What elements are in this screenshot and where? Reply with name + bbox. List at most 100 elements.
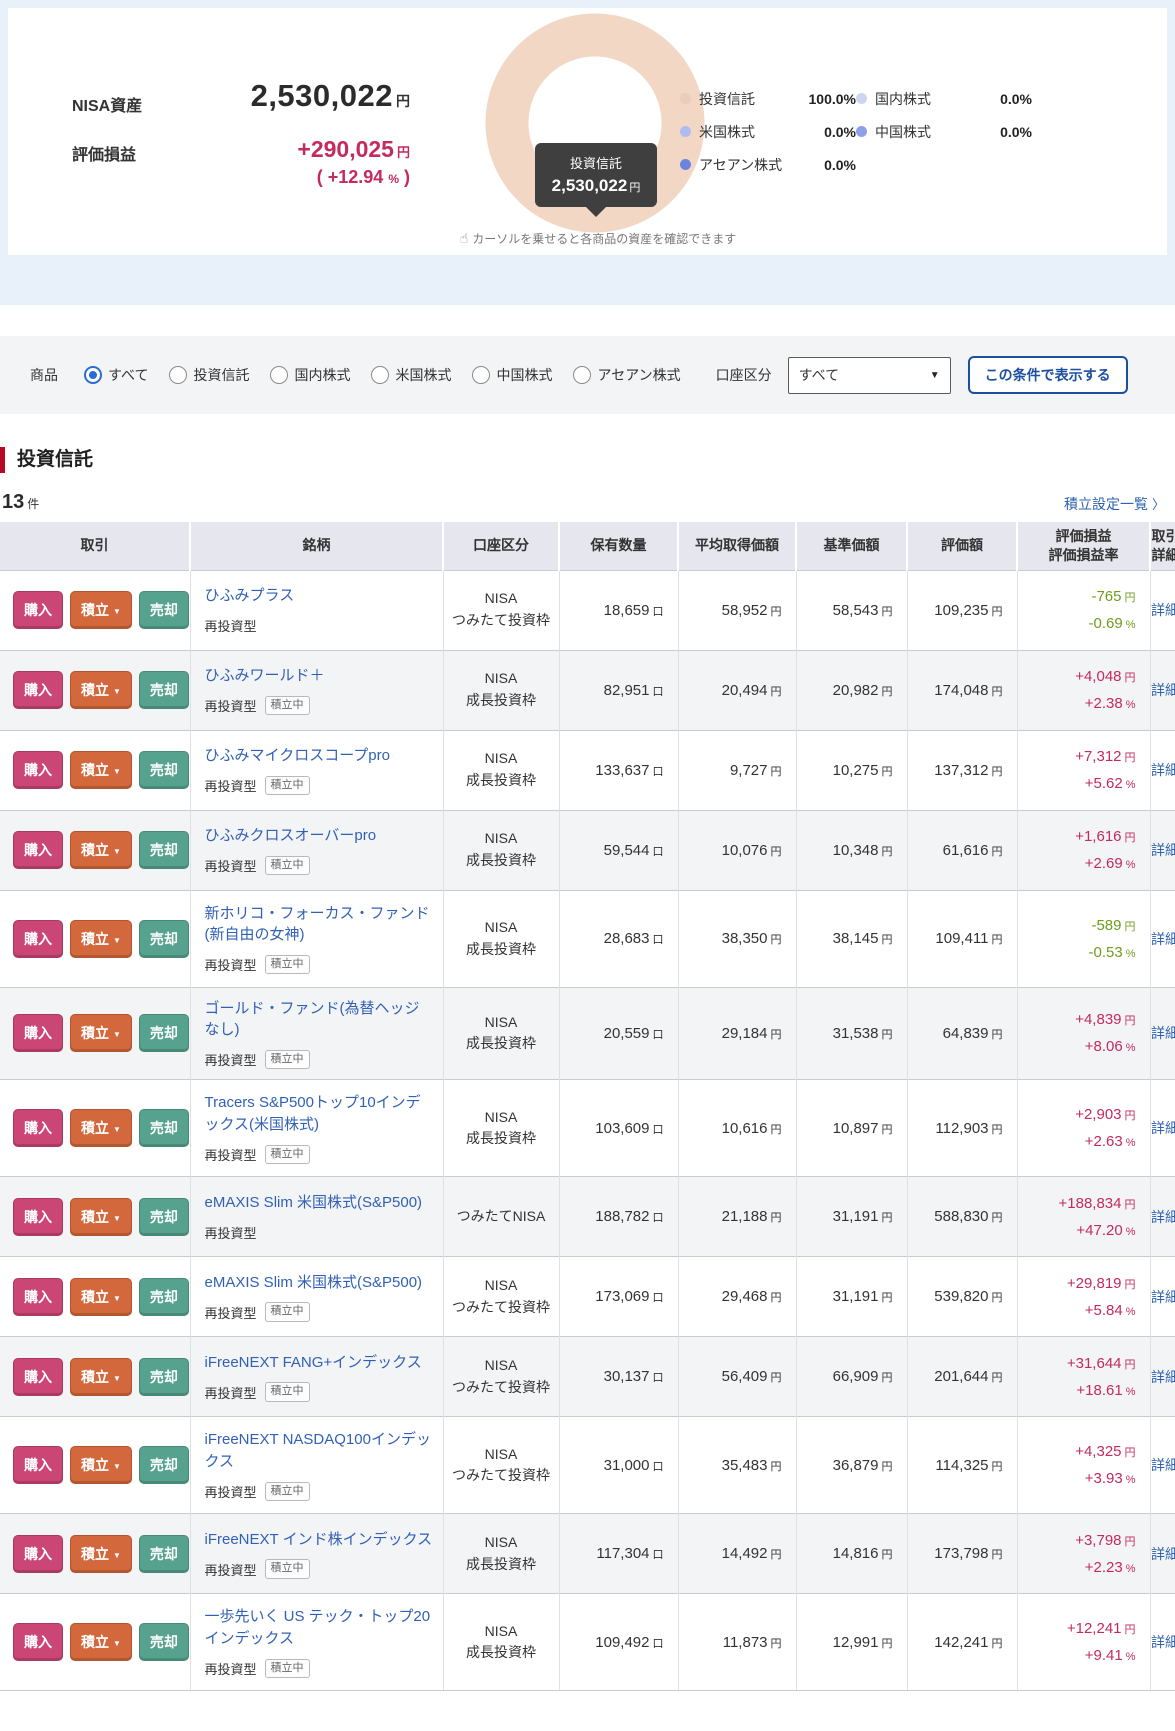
buy-button[interactable]: 購入 bbox=[13, 1623, 63, 1662]
cell-unit: 円 bbox=[991, 1123, 1003, 1136]
tsumitate-button[interactable]: 積立 ▼ bbox=[70, 831, 132, 869]
detail-link[interactable]: 詳細 bbox=[1151, 931, 1175, 947]
buy-button[interactable]: 購入 bbox=[13, 919, 63, 958]
buy-button[interactable]: 購入 bbox=[13, 1357, 63, 1396]
fund-name-link[interactable]: eMAXIS Slim 米国株式(S&P500) bbox=[205, 1192, 423, 1214]
product-radio-国内株式[interactable]: 国内株式 bbox=[270, 365, 350, 385]
cell-unit: 円 bbox=[770, 685, 782, 698]
nav-cell: 38,145 円 bbox=[796, 889, 908, 987]
sell-button[interactable]: 売却 bbox=[138, 1109, 189, 1148]
sell-button[interactable]: 売却 bbox=[138, 751, 189, 789]
count-row: 13 件 積立設定一覧〉 bbox=[0, 491, 1175, 522]
detail-cell: 詳細 bbox=[1150, 1416, 1175, 1514]
sell-button[interactable]: 売却 bbox=[138, 1446, 189, 1485]
sell-button[interactable]: 売却 bbox=[138, 1014, 189, 1053]
buy-button[interactable]: 購入 bbox=[13, 751, 63, 789]
fund-name-link[interactable]: ひふみマイクロスコープpro bbox=[205, 745, 390, 767]
sell-button[interactable]: 売却 bbox=[138, 591, 189, 629]
sell-button[interactable]: 売却 bbox=[138, 1534, 189, 1573]
pl-percent: +2.23% bbox=[1018, 1554, 1136, 1581]
product-radio-中国株式[interactable]: 中国株式 bbox=[472, 365, 552, 385]
cell-value: 14,816 bbox=[832, 1545, 879, 1563]
chevron-down-icon: ▼ bbox=[113, 1373, 121, 1383]
tsumitate-button[interactable]: 積立 ▼ bbox=[70, 751, 132, 789]
fund-name-link[interactable]: ゴールド・ファンド(為替ヘッジなし) bbox=[205, 998, 433, 1042]
fund-name-link[interactable]: ひふみプラス bbox=[205, 585, 295, 607]
trade-buttons: 購入 積立 ▼ 売却 bbox=[13, 831, 190, 869]
cell-value: 133,637 bbox=[595, 761, 650, 779]
sell-button[interactable]: 売却 bbox=[138, 831, 189, 869]
cell-value: 10,275 bbox=[832, 761, 879, 779]
detail-link[interactable]: 詳細 bbox=[1151, 1546, 1175, 1562]
cell-unit: 円 bbox=[991, 1212, 1003, 1225]
fund-name-link[interactable]: ひふみクロスオーバーpro bbox=[205, 825, 377, 847]
buy-button[interactable]: 購入 bbox=[13, 1197, 63, 1236]
detail-link[interactable]: 詳細 bbox=[1151, 842, 1175, 858]
fund-name-link[interactable]: eMAXIS Slim 米国株式(S&P500) bbox=[205, 1272, 423, 1294]
tsumitate-button[interactable]: 積立 ▼ bbox=[70, 1534, 132, 1573]
product-radio-米国株式[interactable]: 米国株式 bbox=[371, 365, 451, 385]
fund-name-link[interactable]: iFreeNEXT FANG+インデックス bbox=[205, 1352, 422, 1374]
buy-button[interactable]: 購入 bbox=[13, 831, 63, 869]
tsumitate-button[interactable]: 積立 ▼ bbox=[70, 919, 132, 958]
detail-link[interactable]: 詳細 bbox=[1151, 1120, 1175, 1136]
cell-unit: 口 bbox=[652, 1460, 664, 1473]
apply-filter-button[interactable]: この条件で表示する bbox=[967, 356, 1128, 394]
table-header-row: 取引 銘柄 口座区分 保有数量 平均取得価額 基準価額 評価額 評価損益 評価損益率 取引 詳細 bbox=[0, 522, 1175, 570]
tsumitate-button[interactable]: 積立 ▼ bbox=[70, 1623, 132, 1662]
tsumitate-button[interactable]: 積立 ▼ bbox=[70, 1197, 132, 1236]
cell-unit: 円 bbox=[770, 1292, 782, 1305]
detail-link[interactable]: 詳細 bbox=[1151, 682, 1175, 698]
column-header: 平均取得価額 bbox=[678, 522, 797, 570]
detail-link[interactable]: 詳細 bbox=[1151, 1209, 1175, 1225]
buy-button[interactable]: 購入 bbox=[13, 591, 63, 629]
valuation-cell: 64,839 円 bbox=[907, 986, 1018, 1080]
cell-unit: 口 bbox=[652, 765, 664, 778]
tsumitate-button[interactable]: 積立 ▼ bbox=[70, 671, 132, 709]
detail-link[interactable]: 詳細 bbox=[1151, 1289, 1175, 1305]
tsumitate-button[interactable]: 積立 ▼ bbox=[70, 1109, 132, 1148]
sell-button[interactable]: 売却 bbox=[138, 919, 189, 958]
buy-button[interactable]: 購入 bbox=[13, 1277, 63, 1316]
product-radio-すべて[interactable]: すべて bbox=[84, 365, 148, 385]
product-radio-投資信託[interactable]: 投資信託 bbox=[169, 365, 249, 385]
tsumitate-button[interactable]: 積立 ▼ bbox=[70, 591, 132, 629]
tsumitate-button[interactable]: 積立 ▼ bbox=[70, 1446, 132, 1485]
buy-button[interactable]: 購入 bbox=[13, 1109, 63, 1148]
pl-percent: ( +12.94 % ) bbox=[316, 167, 410, 187]
fund-name-link[interactable]: Tracers S&P500トップ10インデックス(米国株式) bbox=[205, 1092, 433, 1136]
sell-button[interactable]: 売却 bbox=[138, 1277, 189, 1316]
legend-item: 国内株式 0.0% bbox=[856, 82, 1032, 115]
fund-name-link[interactable]: 一歩先いく US テック・トップ20インデックス bbox=[205, 1606, 433, 1650]
tsumitate-button[interactable]: 積立 ▼ bbox=[70, 1014, 132, 1053]
cell-value: 103,609 bbox=[595, 1119, 650, 1137]
detail-link[interactable]: 詳細 bbox=[1151, 762, 1175, 778]
detail-link[interactable]: 詳細 bbox=[1151, 1457, 1175, 1473]
pl-value: +2,903 bbox=[1075, 1106, 1122, 1124]
detail-link[interactable]: 詳細 bbox=[1151, 602, 1175, 618]
fund-name-link[interactable]: iFreeNEXT NASDAQ100インデックス bbox=[205, 1429, 433, 1473]
detail-link[interactable]: 詳細 bbox=[1151, 1634, 1175, 1650]
sell-button[interactable]: 売却 bbox=[138, 1197, 189, 1236]
account-type-select[interactable]: すべて ▼ bbox=[787, 356, 951, 394]
sell-button[interactable]: 売却 bbox=[138, 671, 189, 709]
buy-button[interactable]: 購入 bbox=[13, 671, 63, 709]
fund-name-link[interactable]: ひふみワールド＋ bbox=[205, 665, 325, 687]
tsumitate-settings-link[interactable]: 積立設定一覧〉 bbox=[1064, 494, 1165, 514]
sell-button[interactable]: 売却 bbox=[138, 1623, 189, 1662]
buy-button[interactable]: 購入 bbox=[13, 1534, 63, 1573]
detail-link[interactable]: 詳細 bbox=[1151, 1025, 1175, 1041]
tsumitate-button[interactable]: 積立 ▼ bbox=[70, 1277, 132, 1316]
buy-button[interactable]: 購入 bbox=[13, 1446, 63, 1485]
pl-unit: 円 bbox=[1124, 592, 1136, 604]
sell-button[interactable]: 売却 bbox=[138, 1357, 189, 1396]
detail-link[interactable]: 詳細 bbox=[1151, 1369, 1175, 1385]
product-radio-アセアン株式[interactable]: アセアン株式 bbox=[573, 365, 681, 385]
fund-name-link[interactable]: iFreeNEXT インド株インデックス bbox=[205, 1529, 433, 1551]
tsumitate-button[interactable]: 積立 ▼ bbox=[70, 1357, 132, 1396]
nav-cell: 20,982 円 bbox=[796, 649, 908, 730]
fund-name-link[interactable]: 新ホリコ・フォーカス・ファンド(新自由の女神) bbox=[205, 903, 433, 947]
cell-value: 588,830 bbox=[934, 1208, 989, 1226]
trade-buttons: 購入 積立 ▼ 売却 bbox=[13, 1623, 190, 1662]
buy-button[interactable]: 購入 bbox=[13, 1014, 63, 1053]
